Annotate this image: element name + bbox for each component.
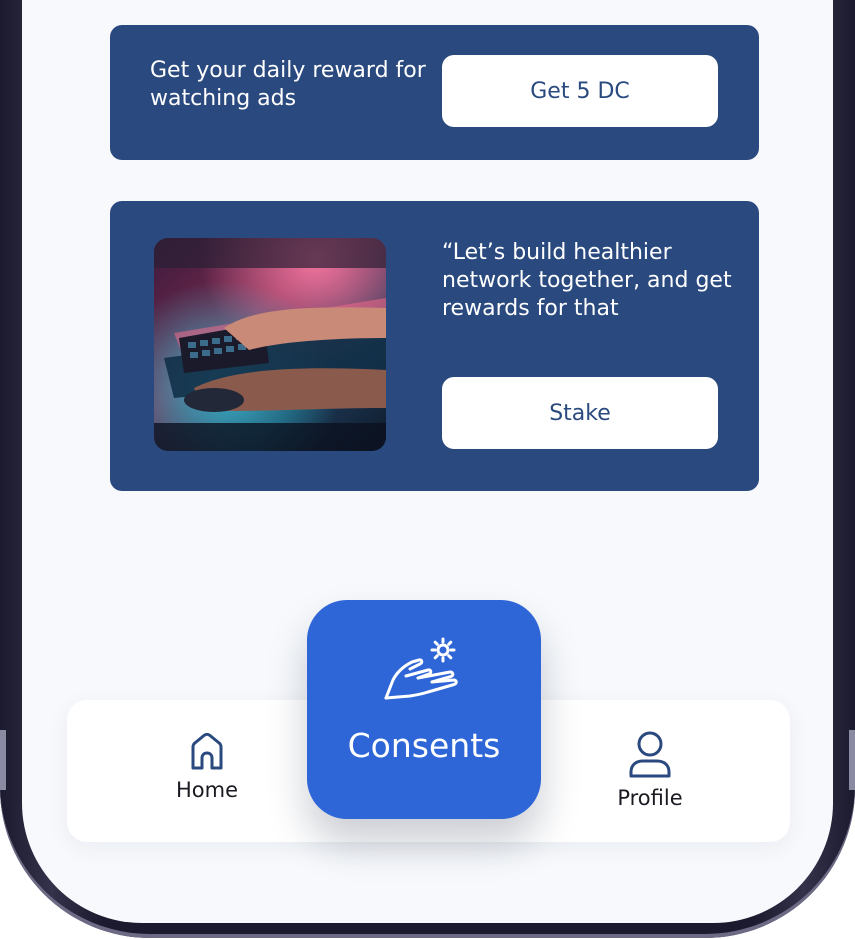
phone-side-button-left [0,730,6,790]
tab-profile[interactable]: Profile [590,730,710,810]
tab-home-label: Home [175,778,238,802]
get-reward-button[interactable]: Get 5 DC [442,55,718,127]
home-icon [191,732,223,770]
stake-button[interactable]: Stake [442,377,718,449]
hand-gear-icon [384,637,458,700]
consents-button[interactable]: Consents [307,600,541,819]
stake-quote: “Let’s build healthier network together,… [442,240,732,321]
user-icon [629,731,671,778]
tab-profile-label: Profile [617,786,683,810]
daily-reward-text: Get your daily reward for watching ads [150,58,426,111]
gaming-keyboard-photo [154,238,386,451]
tab-home[interactable]: Home [147,730,267,802]
consents-label: Consents [347,726,501,765]
daily-reward-card: Get your daily reward for watching ads G… [110,25,759,160]
phone-side-button-right [849,730,855,790]
stake-card: “Let’s build healthier network together,… [110,201,759,491]
app-screen: Get your daily reward for watching ads G… [22,0,833,923]
